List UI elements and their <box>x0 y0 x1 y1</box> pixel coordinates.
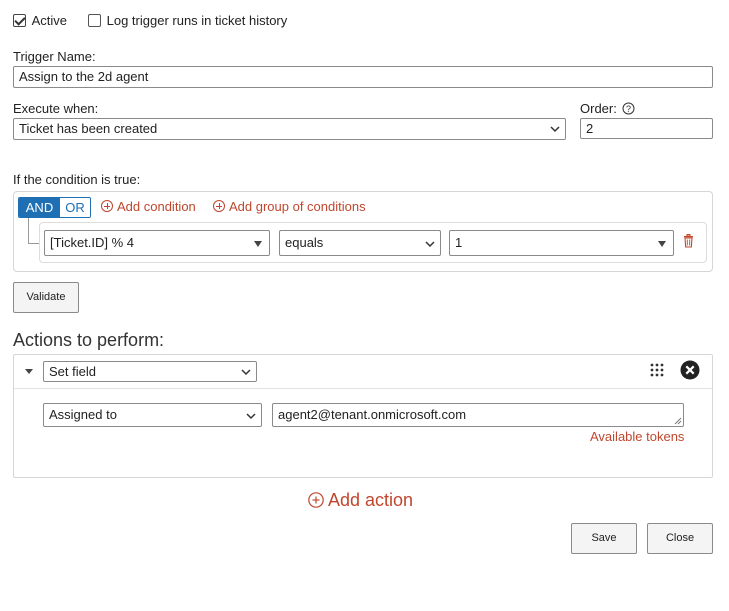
condition-value-select[interactable]: 1 <box>449 230 674 256</box>
caret-down-icon <box>254 241 262 247</box>
drag-handle-icon[interactable] <box>650 363 664 377</box>
svg-text:?: ? <box>626 104 631 114</box>
action-value-text: agent2@tenant.onmicrosoft.com <box>278 407 467 422</box>
condition-operator-select[interactable]: equals <box>279 230 441 256</box>
execute-when-value: Ticket has been created <box>19 121 158 136</box>
trash-icon[interactable] <box>683 234 694 248</box>
action-value-textarea[interactable]: agent2@tenant.onmicrosoft.com <box>272 403 684 427</box>
order-input[interactable]: 2 <box>580 118 713 139</box>
add-circle-icon <box>101 200 113 212</box>
condition-operator-value: equals <box>285 235 324 250</box>
log-trigger-checkbox-row[interactable]: Log trigger runs in ticket history <box>88 13 287 28</box>
conditions-label: If the condition is true: <box>13 172 141 187</box>
add-action-link[interactable]: Add action <box>308 490 413 511</box>
add-circle-icon <box>213 200 225 212</box>
validate-button[interactable]: Validate <box>13 282 79 313</box>
actions-heading: Actions to perform: <box>13 330 165 350</box>
execute-when-label: Execute when: <box>13 101 99 116</box>
resize-handle-icon[interactable] <box>674 417 682 425</box>
log-trigger-label: Log trigger runs in ticket history <box>106 13 288 28</box>
chevron-down-icon <box>241 369 251 376</box>
help-icon[interactable]: ? <box>622 102 635 115</box>
chevron-down-icon <box>425 241 435 248</box>
order-label: Order: ? <box>580 101 635 116</box>
trigger-name-label: Trigger Name: <box>13 49 96 64</box>
collapse-caret-icon[interactable] <box>25 369 33 374</box>
trigger-name-input[interactable]: Assign to the 2d agent <box>13 66 713 88</box>
close-button[interactable]: Close <box>647 523 713 554</box>
chevron-down-icon <box>550 126 560 133</box>
condition-field-select[interactable]: [Ticket.ID] % 4 <box>44 230 270 256</box>
order-label-text: Order: <box>580 101 617 116</box>
log-trigger-checkbox[interactable] <box>88 14 101 27</box>
add-circle-icon <box>308 492 324 508</box>
action-type-value: Set field <box>49 364 96 379</box>
add-action-text: Add action <box>328 490 414 510</box>
tree-connector <box>28 218 39 244</box>
active-checkbox[interactable] <box>13 14 26 27</box>
remove-action-icon[interactable] <box>680 360 700 380</box>
and-or-toggle[interactable]: AND OR <box>18 197 91 218</box>
execute-when-select[interactable]: Ticket has been created <box>13 118 566 140</box>
or-toggle[interactable]: OR <box>60 198 90 217</box>
caret-down-icon <box>658 241 666 247</box>
and-toggle[interactable]: AND <box>19 198 60 217</box>
add-group-link[interactable]: Add group of conditions <box>213 199 366 214</box>
available-tokens-link[interactable]: Available tokens <box>590 429 684 444</box>
condition-field-value: [Ticket.ID] % 4 <box>50 235 135 250</box>
chevron-down-icon <box>246 413 256 420</box>
condition-value-value: 1 <box>455 235 463 250</box>
action-field-value: Assigned to <box>49 407 117 422</box>
active-checkbox-row[interactable]: Active <box>13 13 67 28</box>
action-type-select[interactable]: Set field <box>43 361 257 382</box>
add-condition-text: Add condition <box>117 199 196 214</box>
add-group-text: Add group of conditions <box>229 199 366 214</box>
actions-panel-divider <box>14 388 712 389</box>
active-label: Active <box>31 13 68 28</box>
save-button[interactable]: Save <box>571 523 637 554</box>
add-condition-link[interactable]: Add condition <box>101 199 196 214</box>
action-field-select[interactable]: Assigned to <box>43 403 262 427</box>
